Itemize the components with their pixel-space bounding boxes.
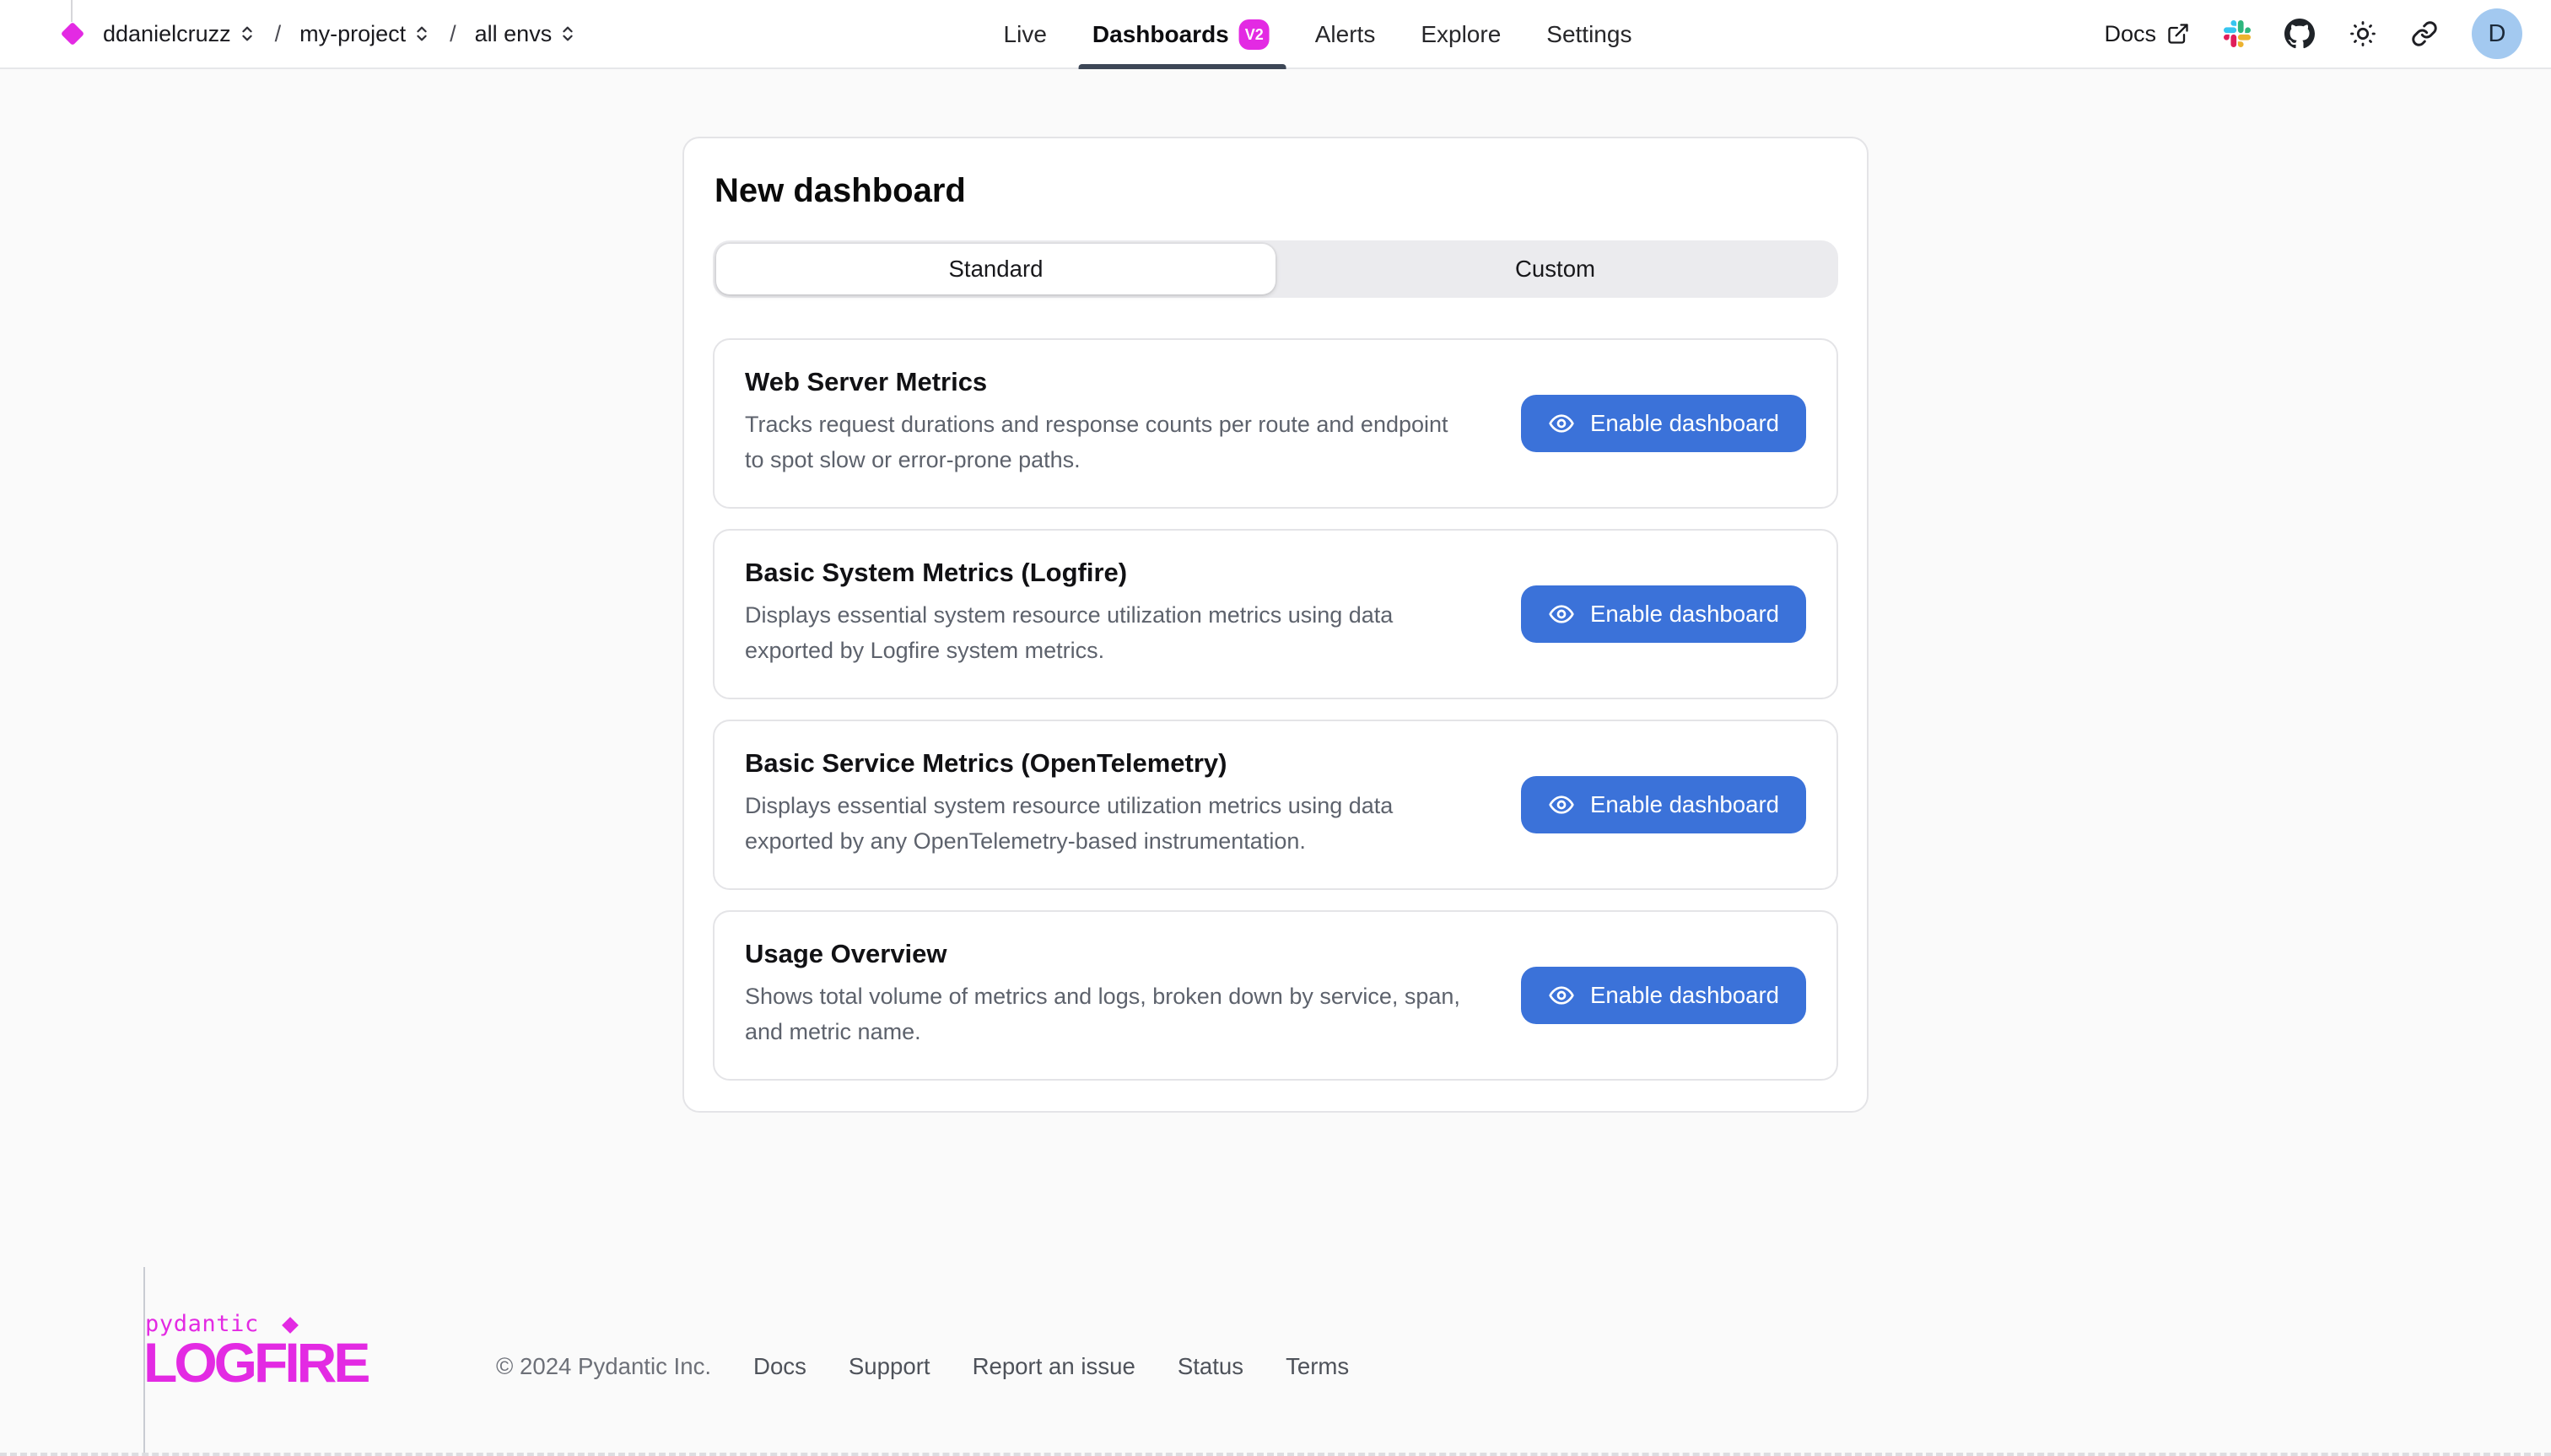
tab-label: Settings bbox=[1546, 21, 1631, 48]
tab-settings[interactable]: Settings bbox=[1546, 0, 1631, 69]
breadcrumb-separator: / bbox=[446, 21, 460, 47]
enable-dashboard-label: Enable dashboard bbox=[1590, 791, 1779, 818]
footer-link-status[interactable]: Status bbox=[1178, 1353, 1243, 1380]
option-description: Tracks request durations and response co… bbox=[745, 407, 1460, 478]
dashboard-option-basic-system-metrics-logfire: Basic System Metrics (Logfire) Displays … bbox=[713, 529, 1838, 699]
breadcrumb-env-selector[interactable]: all envs bbox=[475, 21, 578, 47]
tab-explore[interactable]: Explore bbox=[1421, 0, 1501, 69]
logo-logfire-text: LOGFIRE bbox=[143, 1331, 367, 1394]
enable-dashboard-button[interactable]: Enable dashboard bbox=[1521, 776, 1806, 833]
option-title: Basic Service Metrics (OpenTelemetry) bbox=[745, 748, 1460, 779]
main-content: New dashboard Standard Custom Web Server… bbox=[0, 137, 2551, 1113]
tab-alerts[interactable]: Alerts bbox=[1315, 0, 1376, 69]
dashboard-type-toggle: Standard Custom bbox=[713, 240, 1838, 298]
enable-dashboard-label: Enable dashboard bbox=[1590, 601, 1779, 628]
link-icon bbox=[2411, 20, 2438, 47]
slack-icon bbox=[2224, 20, 2251, 47]
option-description: Displays essential system resource utili… bbox=[745, 789, 1460, 860]
option-text: Basic System Metrics (Logfire) Displays … bbox=[745, 558, 1460, 669]
theme-toggle[interactable] bbox=[2349, 19, 2377, 48]
tab-dashboards[interactable]: Dashboards V2 bbox=[1092, 0, 1270, 69]
option-description: Shows total volume of metrics and logs, … bbox=[745, 979, 1460, 1050]
enable-dashboard-button[interactable]: Enable dashboard bbox=[1521, 967, 1806, 1024]
breadcrumb: ddanielcruzz / my-project / all envs bbox=[64, 0, 577, 67]
dashboard-options-list: Web Server Metrics Tracks request durati… bbox=[713, 338, 1838, 1081]
breadcrumb-org-selector[interactable]: ddanielcruzz bbox=[103, 21, 256, 47]
dashboard-option-web-server-metrics: Web Server Metrics Tracks request durati… bbox=[713, 338, 1838, 509]
avatar-initial: D bbox=[2489, 20, 2506, 48]
github-link[interactable] bbox=[2284, 19, 2315, 49]
breadcrumb-project-selector[interactable]: my-project bbox=[299, 21, 431, 47]
logfire-diamond-icon bbox=[61, 22, 84, 46]
pydantic-logfire-logo[interactable]: pydantic LOGFIRE bbox=[143, 1311, 367, 1394]
top-nav: ddanielcruzz / my-project / all envs Liv… bbox=[0, 0, 2551, 69]
enable-dashboard-button[interactable]: Enable dashboard bbox=[1521, 395, 1806, 452]
enable-dashboard-label: Enable dashboard bbox=[1590, 982, 1779, 1009]
copyright-text: © 2024 Pydantic Inc. bbox=[496, 1353, 711, 1380]
chevrons-up-down-icon bbox=[558, 24, 577, 43]
footer-link-support[interactable]: Support bbox=[849, 1353, 930, 1380]
docs-label: Docs bbox=[2104, 21, 2156, 47]
dashboard-option-usage-overview: Usage Overview Shows total volume of met… bbox=[713, 910, 1838, 1081]
sun-icon bbox=[2349, 19, 2377, 48]
eye-icon bbox=[1548, 601, 1575, 628]
footer-link-report-an-issue[interactable]: Report an issue bbox=[973, 1353, 1135, 1380]
breadcrumb-separator: / bbox=[272, 21, 285, 47]
option-text: Web Server Metrics Tracks request durati… bbox=[745, 367, 1460, 478]
option-text: Basic Service Metrics (OpenTelemetry) Di… bbox=[745, 748, 1460, 860]
option-title: Basic System Metrics (Logfire) bbox=[745, 558, 1460, 588]
breadcrumb-project-label: my-project bbox=[299, 21, 406, 47]
tab-label: Explore bbox=[1421, 21, 1501, 48]
enable-dashboard-button[interactable]: Enable dashboard bbox=[1521, 585, 1806, 643]
chevrons-up-down-icon bbox=[413, 24, 431, 43]
breadcrumb-env-label: all envs bbox=[475, 21, 553, 47]
slack-link[interactable] bbox=[2224, 20, 2251, 47]
github-icon bbox=[2284, 19, 2315, 49]
main-nav-tabs: Live Dashboards V2 Alerts Explore Settin… bbox=[1004, 0, 1632, 69]
tab-label: Live bbox=[1004, 21, 1047, 48]
docs-link[interactable]: Docs bbox=[2104, 21, 2190, 47]
option-title: Usage Overview bbox=[745, 939, 1460, 969]
option-text: Usage Overview Shows total volume of met… bbox=[745, 939, 1460, 1050]
share-link-button[interactable] bbox=[2411, 20, 2438, 47]
user-avatar[interactable]: D bbox=[2472, 8, 2522, 59]
external-link-icon bbox=[2166, 22, 2190, 46]
option-description: Displays essential system resource utili… bbox=[745, 598, 1460, 669]
footer-link-docs[interactable]: Docs bbox=[753, 1353, 806, 1380]
tab-label: Dashboards bbox=[1092, 21, 1229, 48]
tab-label: Alerts bbox=[1315, 21, 1376, 48]
active-tab-underline bbox=[1079, 64, 1286, 69]
footer-link-terms[interactable]: Terms bbox=[1286, 1353, 1349, 1380]
breadcrumb-org-label: ddanielcruzz bbox=[103, 21, 231, 47]
eye-icon bbox=[1548, 982, 1575, 1009]
option-title: Web Server Metrics bbox=[745, 367, 1460, 397]
toggle-option-custom[interactable]: Custom bbox=[1276, 244, 1835, 294]
eye-icon bbox=[1548, 791, 1575, 818]
chevrons-up-down-icon bbox=[238, 24, 256, 43]
new-dashboard-card: New dashboard Standard Custom Web Server… bbox=[682, 137, 1869, 1113]
nav-actions: Docs bbox=[2104, 0, 2522, 67]
page-title: New dashboard bbox=[715, 172, 1838, 210]
v2-badge: V2 bbox=[1239, 19, 1270, 50]
toggle-option-standard[interactable]: Standard bbox=[716, 244, 1276, 294]
eye-icon bbox=[1548, 410, 1575, 437]
enable-dashboard-label: Enable dashboard bbox=[1590, 410, 1779, 437]
tab-live[interactable]: Live bbox=[1004, 0, 1047, 69]
dashboard-option-basic-service-metrics-otel: Basic Service Metrics (OpenTelemetry) Di… bbox=[713, 720, 1838, 890]
footer-nav: © 2024 Pydantic Inc. Docs Support Report… bbox=[496, 1353, 1349, 1380]
bottom-edge-dashed-line bbox=[0, 1453, 2551, 1456]
